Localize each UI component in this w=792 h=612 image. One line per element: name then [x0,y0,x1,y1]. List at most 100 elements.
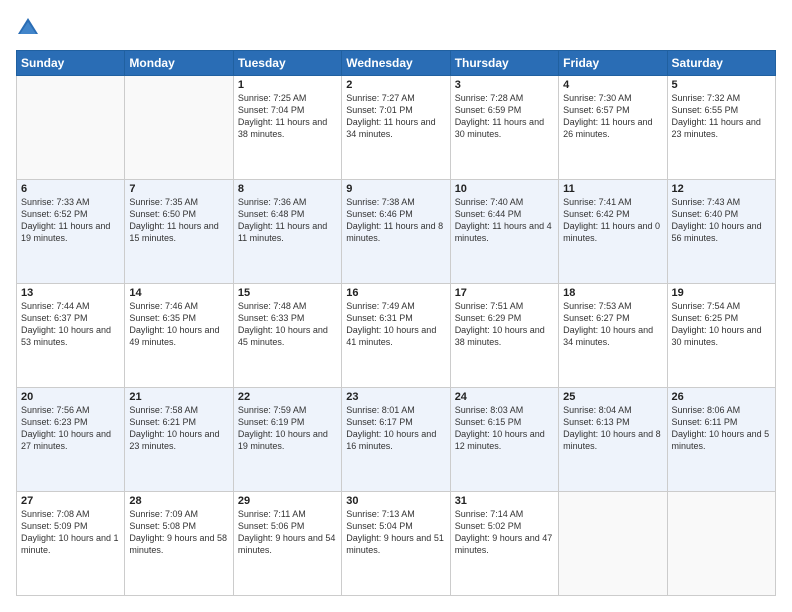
day-info: Sunrise: 7:49 AMSunset: 6:31 PMDaylight:… [346,300,445,349]
calendar-cell [125,76,233,180]
calendar-cell: 8Sunrise: 7:36 AMSunset: 6:48 PMDaylight… [233,180,341,284]
day-info: Sunrise: 7:44 AMSunset: 6:37 PMDaylight:… [21,300,120,349]
day-number: 11 [563,183,662,195]
day-info: Sunrise: 7:46 AMSunset: 6:35 PMDaylight:… [129,300,228,349]
calendar-cell [667,492,775,596]
day-number: 21 [129,391,228,403]
day-info: Sunrise: 8:06 AMSunset: 6:11 PMDaylight:… [672,404,771,453]
calendar-cell: 23Sunrise: 8:01 AMSunset: 6:17 PMDayligh… [342,388,450,492]
calendar-cell: 4Sunrise: 7:30 AMSunset: 6:57 PMDaylight… [559,76,667,180]
calendar-cell: 17Sunrise: 7:51 AMSunset: 6:29 PMDayligh… [450,284,558,388]
day-number: 6 [21,183,120,195]
col-header-saturday: Saturday [667,51,775,76]
day-number: 26 [672,391,771,403]
col-header-monday: Monday [125,51,233,76]
day-info: Sunrise: 7:54 AMSunset: 6:25 PMDaylight:… [672,300,771,349]
day-info: Sunrise: 7:53 AMSunset: 6:27 PMDaylight:… [563,300,662,349]
calendar-week-4: 20Sunrise: 7:56 AMSunset: 6:23 PMDayligh… [17,388,776,492]
calendar-cell: 25Sunrise: 8:04 AMSunset: 6:13 PMDayligh… [559,388,667,492]
day-number: 27 [21,495,120,507]
day-info: Sunrise: 7:27 AMSunset: 7:01 PMDaylight:… [346,92,445,141]
calendar-week-2: 6Sunrise: 7:33 AMSunset: 6:52 PMDaylight… [17,180,776,284]
day-number: 10 [455,183,554,195]
calendar-header-row: SundayMondayTuesdayWednesdayThursdayFrid… [17,51,776,76]
calendar-cell: 6Sunrise: 7:33 AMSunset: 6:52 PMDaylight… [17,180,125,284]
day-number: 22 [238,391,337,403]
day-number: 24 [455,391,554,403]
day-info: Sunrise: 7:43 AMSunset: 6:40 PMDaylight:… [672,196,771,245]
calendar-cell: 9Sunrise: 7:38 AMSunset: 6:46 PMDaylight… [342,180,450,284]
header [16,16,776,40]
day-info: Sunrise: 7:56 AMSunset: 6:23 PMDaylight:… [21,404,120,453]
calendar-cell: 20Sunrise: 7:56 AMSunset: 6:23 PMDayligh… [17,388,125,492]
day-number: 23 [346,391,445,403]
calendar-week-1: 1Sunrise: 7:25 AMSunset: 7:04 PMDaylight… [17,76,776,180]
day-number: 5 [672,79,771,91]
logo-icon [16,16,40,40]
calendar-cell: 27Sunrise: 7:08 AMSunset: 5:09 PMDayligh… [17,492,125,596]
calendar-cell: 19Sunrise: 7:54 AMSunset: 6:25 PMDayligh… [667,284,775,388]
day-number: 31 [455,495,554,507]
calendar-cell: 11Sunrise: 7:41 AMSunset: 6:42 PMDayligh… [559,180,667,284]
calendar-cell: 10Sunrise: 7:40 AMSunset: 6:44 PMDayligh… [450,180,558,284]
day-info: Sunrise: 7:32 AMSunset: 6:55 PMDaylight:… [672,92,771,141]
day-info: Sunrise: 7:14 AMSunset: 5:02 PMDaylight:… [455,508,554,557]
logo [16,16,44,40]
calendar-cell [559,492,667,596]
day-info: Sunrise: 7:51 AMSunset: 6:29 PMDaylight:… [455,300,554,349]
day-number: 3 [455,79,554,91]
day-info: Sunrise: 7:41 AMSunset: 6:42 PMDaylight:… [563,196,662,245]
calendar-cell: 14Sunrise: 7:46 AMSunset: 6:35 PMDayligh… [125,284,233,388]
day-number: 18 [563,287,662,299]
calendar-cell: 30Sunrise: 7:13 AMSunset: 5:04 PMDayligh… [342,492,450,596]
day-number: 9 [346,183,445,195]
calendar-cell: 29Sunrise: 7:11 AMSunset: 5:06 PMDayligh… [233,492,341,596]
day-info: Sunrise: 8:04 AMSunset: 6:13 PMDaylight:… [563,404,662,453]
calendar-cell: 24Sunrise: 8:03 AMSunset: 6:15 PMDayligh… [450,388,558,492]
calendar-cell: 16Sunrise: 7:49 AMSunset: 6:31 PMDayligh… [342,284,450,388]
day-info: Sunrise: 7:09 AMSunset: 5:08 PMDaylight:… [129,508,228,557]
day-number: 8 [238,183,337,195]
calendar-table: SundayMondayTuesdayWednesdayThursdayFrid… [16,50,776,596]
col-header-friday: Friday [559,51,667,76]
day-number: 28 [129,495,228,507]
day-info: Sunrise: 7:33 AMSunset: 6:52 PMDaylight:… [21,196,120,245]
calendar-cell: 2Sunrise: 7:27 AMSunset: 7:01 PMDaylight… [342,76,450,180]
day-number: 15 [238,287,337,299]
day-number: 20 [21,391,120,403]
day-number: 29 [238,495,337,507]
day-info: Sunrise: 7:08 AMSunset: 5:09 PMDaylight:… [21,508,120,557]
day-number: 30 [346,495,445,507]
day-info: Sunrise: 7:40 AMSunset: 6:44 PMDaylight:… [455,196,554,245]
day-info: Sunrise: 7:59 AMSunset: 6:19 PMDaylight:… [238,404,337,453]
calendar-cell: 31Sunrise: 7:14 AMSunset: 5:02 PMDayligh… [450,492,558,596]
day-info: Sunrise: 7:58 AMSunset: 6:21 PMDaylight:… [129,404,228,453]
day-info: Sunrise: 7:48 AMSunset: 6:33 PMDaylight:… [238,300,337,349]
day-number: 19 [672,287,771,299]
calendar-week-5: 27Sunrise: 7:08 AMSunset: 5:09 PMDayligh… [17,492,776,596]
day-info: Sunrise: 8:01 AMSunset: 6:17 PMDaylight:… [346,404,445,453]
calendar-cell: 5Sunrise: 7:32 AMSunset: 6:55 PMDaylight… [667,76,775,180]
calendar-cell: 15Sunrise: 7:48 AMSunset: 6:33 PMDayligh… [233,284,341,388]
day-number: 7 [129,183,228,195]
day-number: 2 [346,79,445,91]
day-info: Sunrise: 8:03 AMSunset: 6:15 PMDaylight:… [455,404,554,453]
calendar-cell: 1Sunrise: 7:25 AMSunset: 7:04 PMDaylight… [233,76,341,180]
calendar-cell: 13Sunrise: 7:44 AMSunset: 6:37 PMDayligh… [17,284,125,388]
calendar-cell [17,76,125,180]
calendar-week-3: 13Sunrise: 7:44 AMSunset: 6:37 PMDayligh… [17,284,776,388]
day-info: Sunrise: 7:25 AMSunset: 7:04 PMDaylight:… [238,92,337,141]
calendar-cell: 22Sunrise: 7:59 AMSunset: 6:19 PMDayligh… [233,388,341,492]
day-number: 14 [129,287,228,299]
day-info: Sunrise: 7:38 AMSunset: 6:46 PMDaylight:… [346,196,445,245]
day-info: Sunrise: 7:11 AMSunset: 5:06 PMDaylight:… [238,508,337,557]
calendar-cell: 12Sunrise: 7:43 AMSunset: 6:40 PMDayligh… [667,180,775,284]
day-info: Sunrise: 7:13 AMSunset: 5:04 PMDaylight:… [346,508,445,557]
page: SundayMondayTuesdayWednesdayThursdayFrid… [0,0,792,612]
day-info: Sunrise: 7:35 AMSunset: 6:50 PMDaylight:… [129,196,228,245]
calendar-cell: 7Sunrise: 7:35 AMSunset: 6:50 PMDaylight… [125,180,233,284]
calendar-cell: 28Sunrise: 7:09 AMSunset: 5:08 PMDayligh… [125,492,233,596]
calendar-cell: 21Sunrise: 7:58 AMSunset: 6:21 PMDayligh… [125,388,233,492]
day-number: 16 [346,287,445,299]
col-header-thursday: Thursday [450,51,558,76]
